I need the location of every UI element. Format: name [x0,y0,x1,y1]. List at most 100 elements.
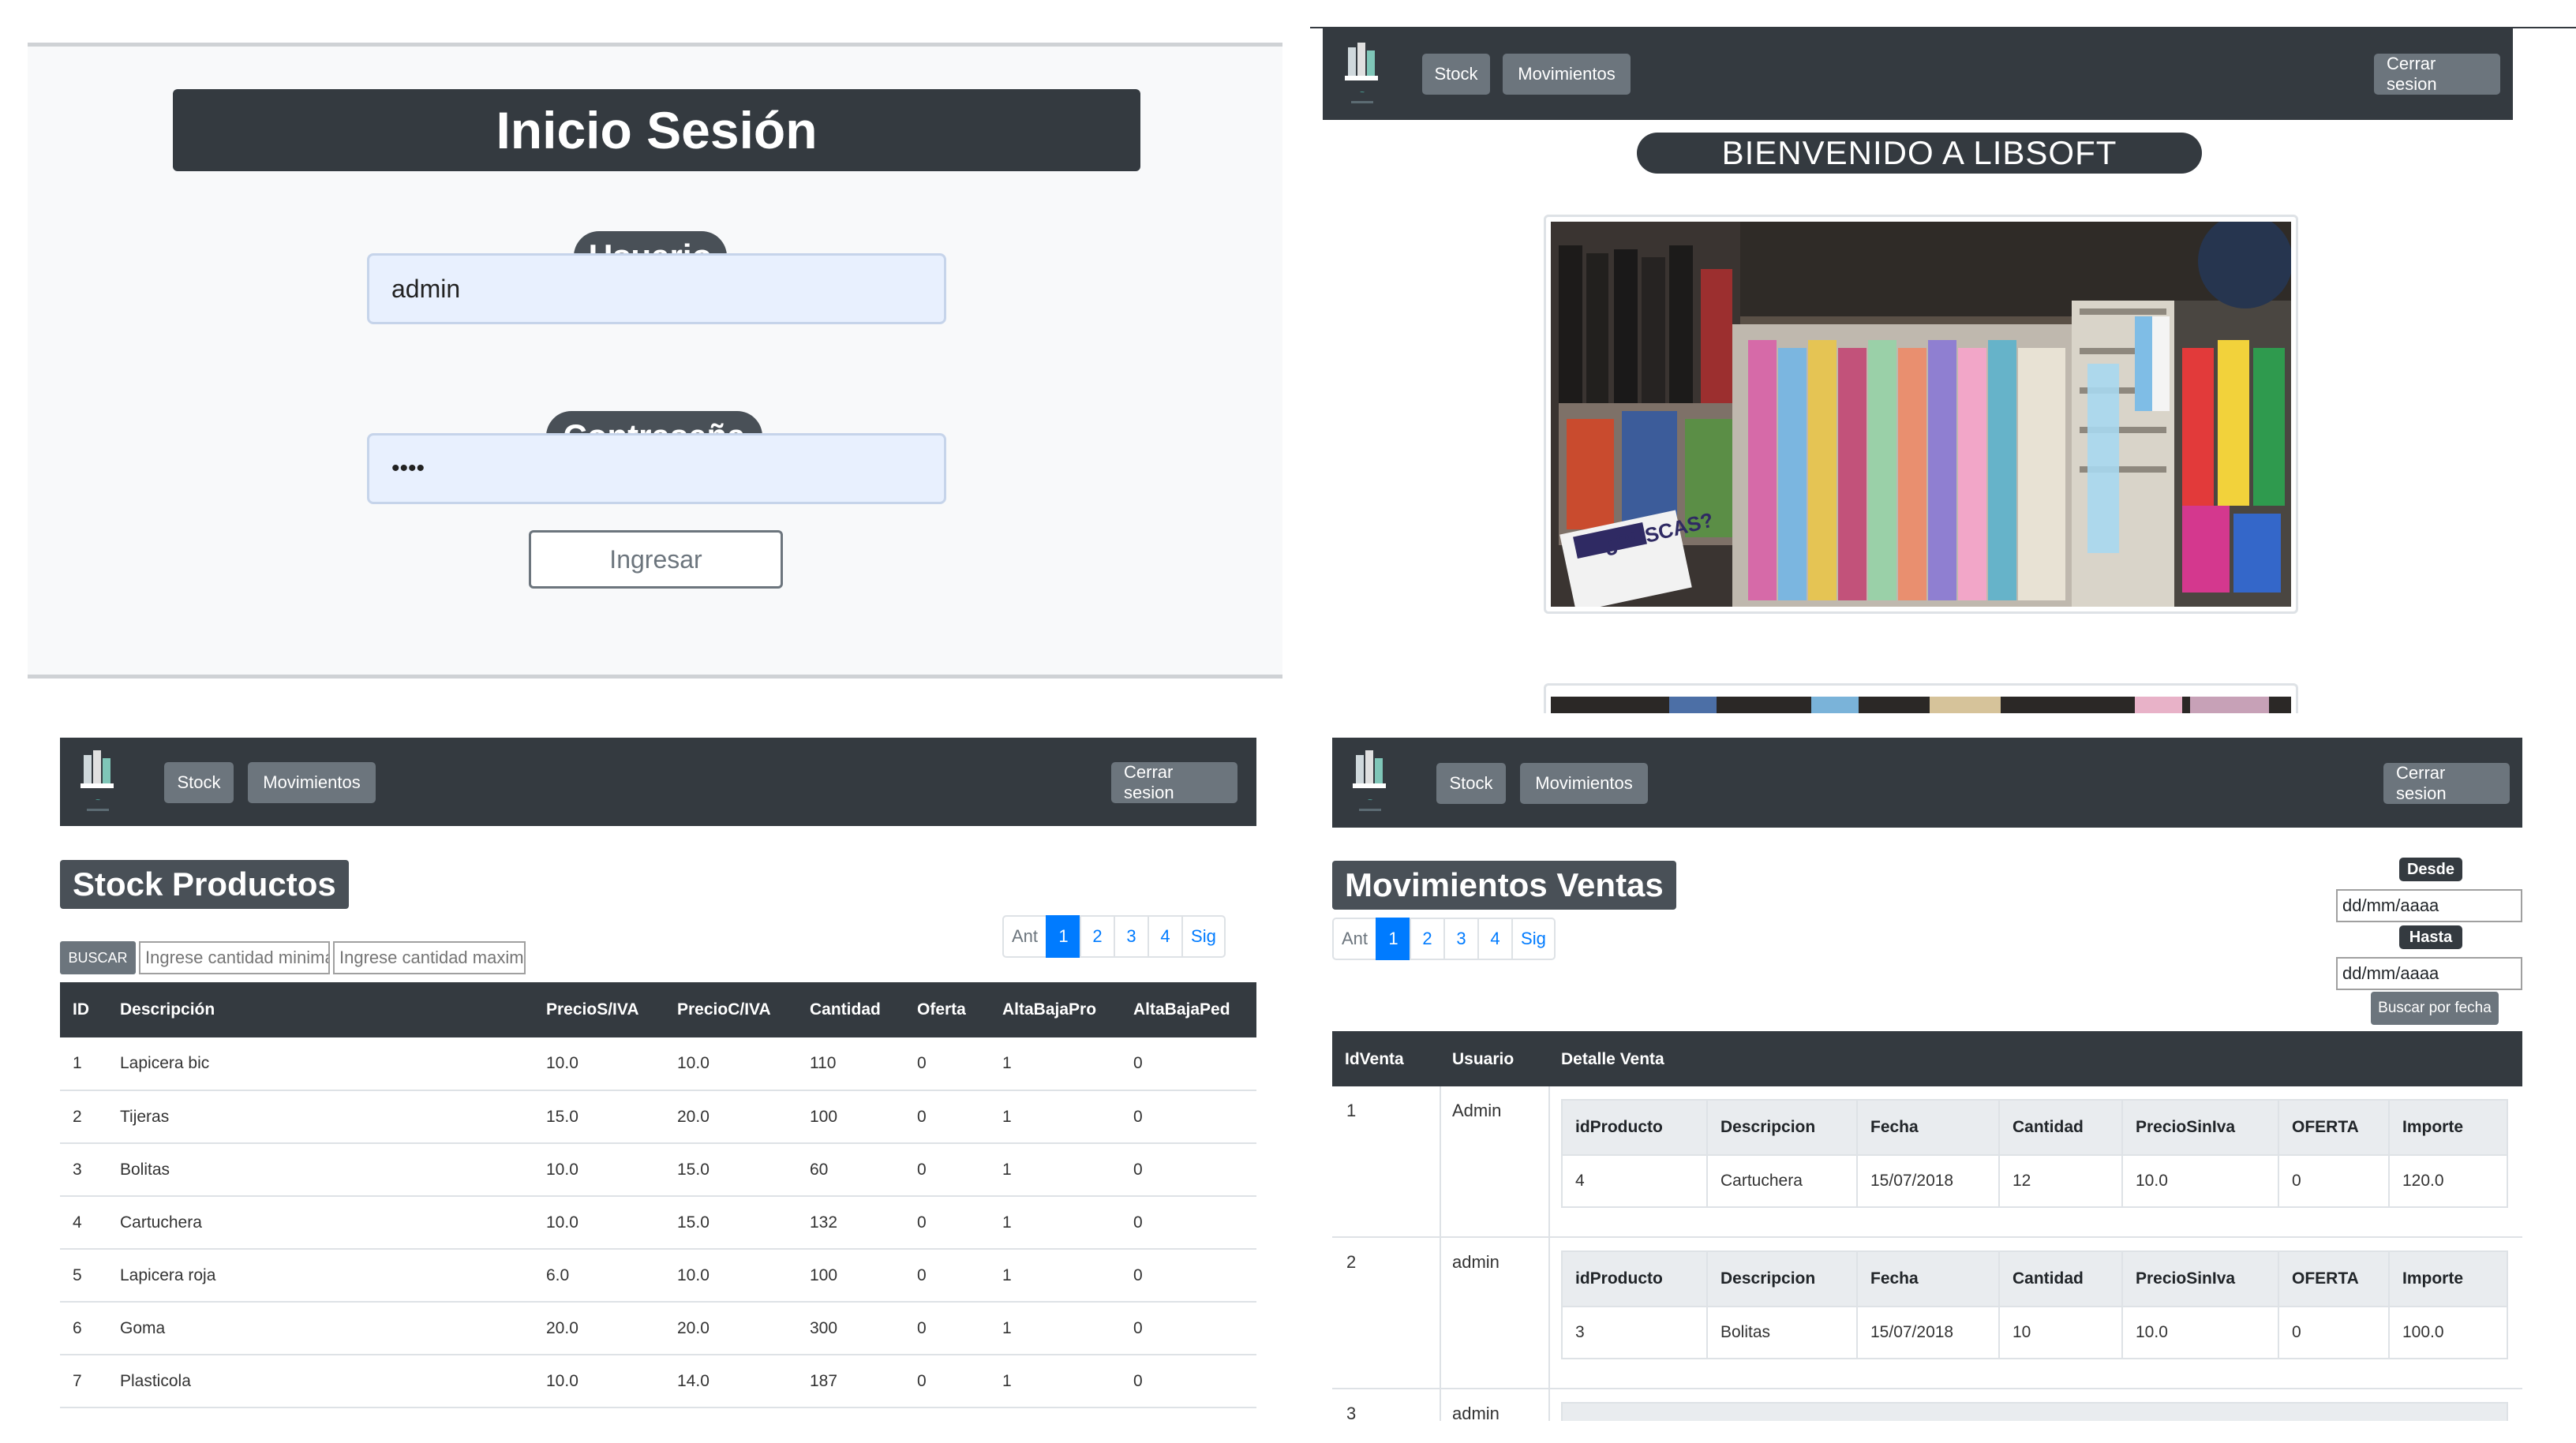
column-header: OFERTA [2278,1250,2390,1307]
search-by-date-button[interactable]: Buscar por fecha [2371,992,2499,1025]
libsoft-logo-icon[interactable]: ~ [1339,36,1386,112]
nav-stock-button[interactable]: Stock [1422,54,1490,95]
cell: 0 [1121,1302,1256,1355]
cell: 10.0 [665,1037,797,1091]
column-header: Descripción [107,982,534,1037]
login-submit-button[interactable]: Ingresar [529,530,783,589]
table-header-row: ID Descripción PrecioS/IVA PrecioC/IVA C… [60,982,1256,1037]
pagination-next[interactable]: Sig [1511,918,1556,960]
nav-stock-button[interactable]: Stock [1436,763,1506,804]
pagination: Ant 1 2 3 4 Sig [1002,915,1226,958]
cell: 10.0 [534,1037,665,1091]
sale-id: 3 [1346,1404,1357,1421]
cell: 1 [990,1302,1121,1355]
pagination-page-4[interactable]: 4 [1148,915,1184,958]
cell: 5 [60,1249,107,1303]
cell: 100.0 [2388,1306,2508,1359]
nav-movimientos-button[interactable]: Movimientos [1520,763,1648,804]
column-header: OFERTA [2278,1099,2390,1156]
column-header: AltaBajaPro [990,982,1121,1037]
username-field[interactable]: admin [367,253,946,324]
cell: 0 [904,1196,990,1250]
column-header: Cantidad [1998,1099,2123,1156]
search-button[interactable]: BUSCAR [60,941,136,974]
cell: 0 [1121,1196,1256,1250]
logout-button[interactable]: Cerrar sesion [2383,763,2510,804]
cell: 0 [2278,1306,2390,1359]
pagination-page-2[interactable]: 2 [1080,915,1116,958]
nav-movimientos-button[interactable]: Movimientos [1503,54,1631,95]
column-header: Oferta [904,982,990,1037]
cell: 1 [990,1143,1121,1197]
libsoft-logo-icon[interactable]: ~ [74,744,122,820]
column-header: Detalle Venta [1561,1050,1664,1068]
cell: 6.0 [534,1249,665,1303]
min-quantity-input[interactable]: Ingrese cantidad minima [139,941,330,974]
cell: 187 [797,1355,904,1408]
cell: 0 [904,1355,990,1408]
sale-id: 1 [1346,1101,1357,1120]
cell: Tijeras [107,1090,534,1144]
cell: 20.0 [534,1302,665,1355]
column-header: ID [60,982,107,1037]
cell: 20.0 [665,1090,797,1144]
cell: 0 [2278,1154,2390,1208]
cell: 1 [990,1090,1121,1144]
second-photo [1551,697,2291,713]
cell: 132 [797,1196,904,1250]
detail-row: 4 Cartuchera 15/07/2018 12 10.0 0 120.0 [1561,1154,2508,1208]
logout-button[interactable]: Cerrar sesion [2374,54,2500,95]
cell: Bolitas [1706,1306,1858,1359]
pagination-page-3[interactable]: 3 [1114,915,1150,958]
cell: 7 [60,1355,107,1408]
store-photo: ¿BUSCAS? [1551,222,2291,607]
cell: 2 [60,1090,107,1144]
second-photo-frame [1544,683,2298,713]
cell: 10.0 [534,1143,665,1197]
movimientos-panel: ~ Stock Movimientos Cerrar sesion Movimi… [1332,738,2576,1421]
libsoft-logo-icon[interactable]: ~ [1346,744,1394,820]
sale-row: 3 admin [1332,1389,2522,1421]
column-header: Cantidad [797,982,904,1037]
cell: 3 [1561,1306,1708,1359]
column-header: PrecioSinIva [2121,1099,2279,1156]
column-header: idProducto [1561,1099,1708,1156]
navbar: ~ Stock Movimientos Cerrar sesion [1332,738,2522,828]
cell: 0 [1121,1143,1256,1197]
cell: 0 [904,1249,990,1303]
nav-stock-button[interactable]: Stock [164,762,234,803]
pagination-page-3[interactable]: 3 [1443,918,1480,960]
cell: 1 [990,1249,1121,1303]
cell: 3 [60,1143,107,1197]
cell: Lapicera bic [107,1037,534,1091]
pagination-page-4[interactable]: 4 [1477,918,1514,960]
cell: 1 [990,1196,1121,1250]
cell: 110 [797,1037,904,1091]
desde-date-input[interactable]: dd/mm/aaaa [2336,889,2522,922]
pagination-prev[interactable]: Ant [1002,915,1048,958]
cell: 60 [797,1143,904,1197]
desde-label: Desde [2399,858,2462,881]
cell: 15.0 [534,1090,665,1144]
hasta-date-input[interactable]: dd/mm/aaaa [2336,957,2522,990]
table-row: 5 Lapicera roja 6.0 10.0 100 0 1 0 [60,1249,1256,1303]
cell: Lapicera roja [107,1249,534,1303]
password-field[interactable]: •••• [367,433,946,504]
page-title: Movimientos Ventas [1332,861,1676,910]
pagination-page-2[interactable]: 2 [1410,918,1446,960]
stock-panel: ~ Stock Movimientos Cerrar sesion Stock … [60,738,1256,1443]
pagination-next[interactable]: Sig [1181,915,1226,958]
pagination-prev[interactable]: Ant [1332,918,1378,960]
svg-text:~: ~ [1360,88,1365,97]
column-header: Descripcion [1706,1099,1858,1156]
logout-button[interactable]: Cerrar sesion [1111,762,1237,803]
pagination-page-1[interactable]: 1 [1376,918,1412,960]
cell: 0 [1121,1249,1256,1303]
cell: 20.0 [665,1302,797,1355]
cell: Bolitas [107,1143,534,1197]
sale-user: admin [1452,1252,1500,1272]
nav-movimientos-button[interactable]: Movimientos [248,762,376,803]
max-quantity-input[interactable]: Ingrese cantidad maxima [333,941,526,974]
table-row: 6 Goma 20.0 20.0 300 0 1 0 [60,1302,1256,1355]
pagination-page-1[interactable]: 1 [1046,915,1082,958]
